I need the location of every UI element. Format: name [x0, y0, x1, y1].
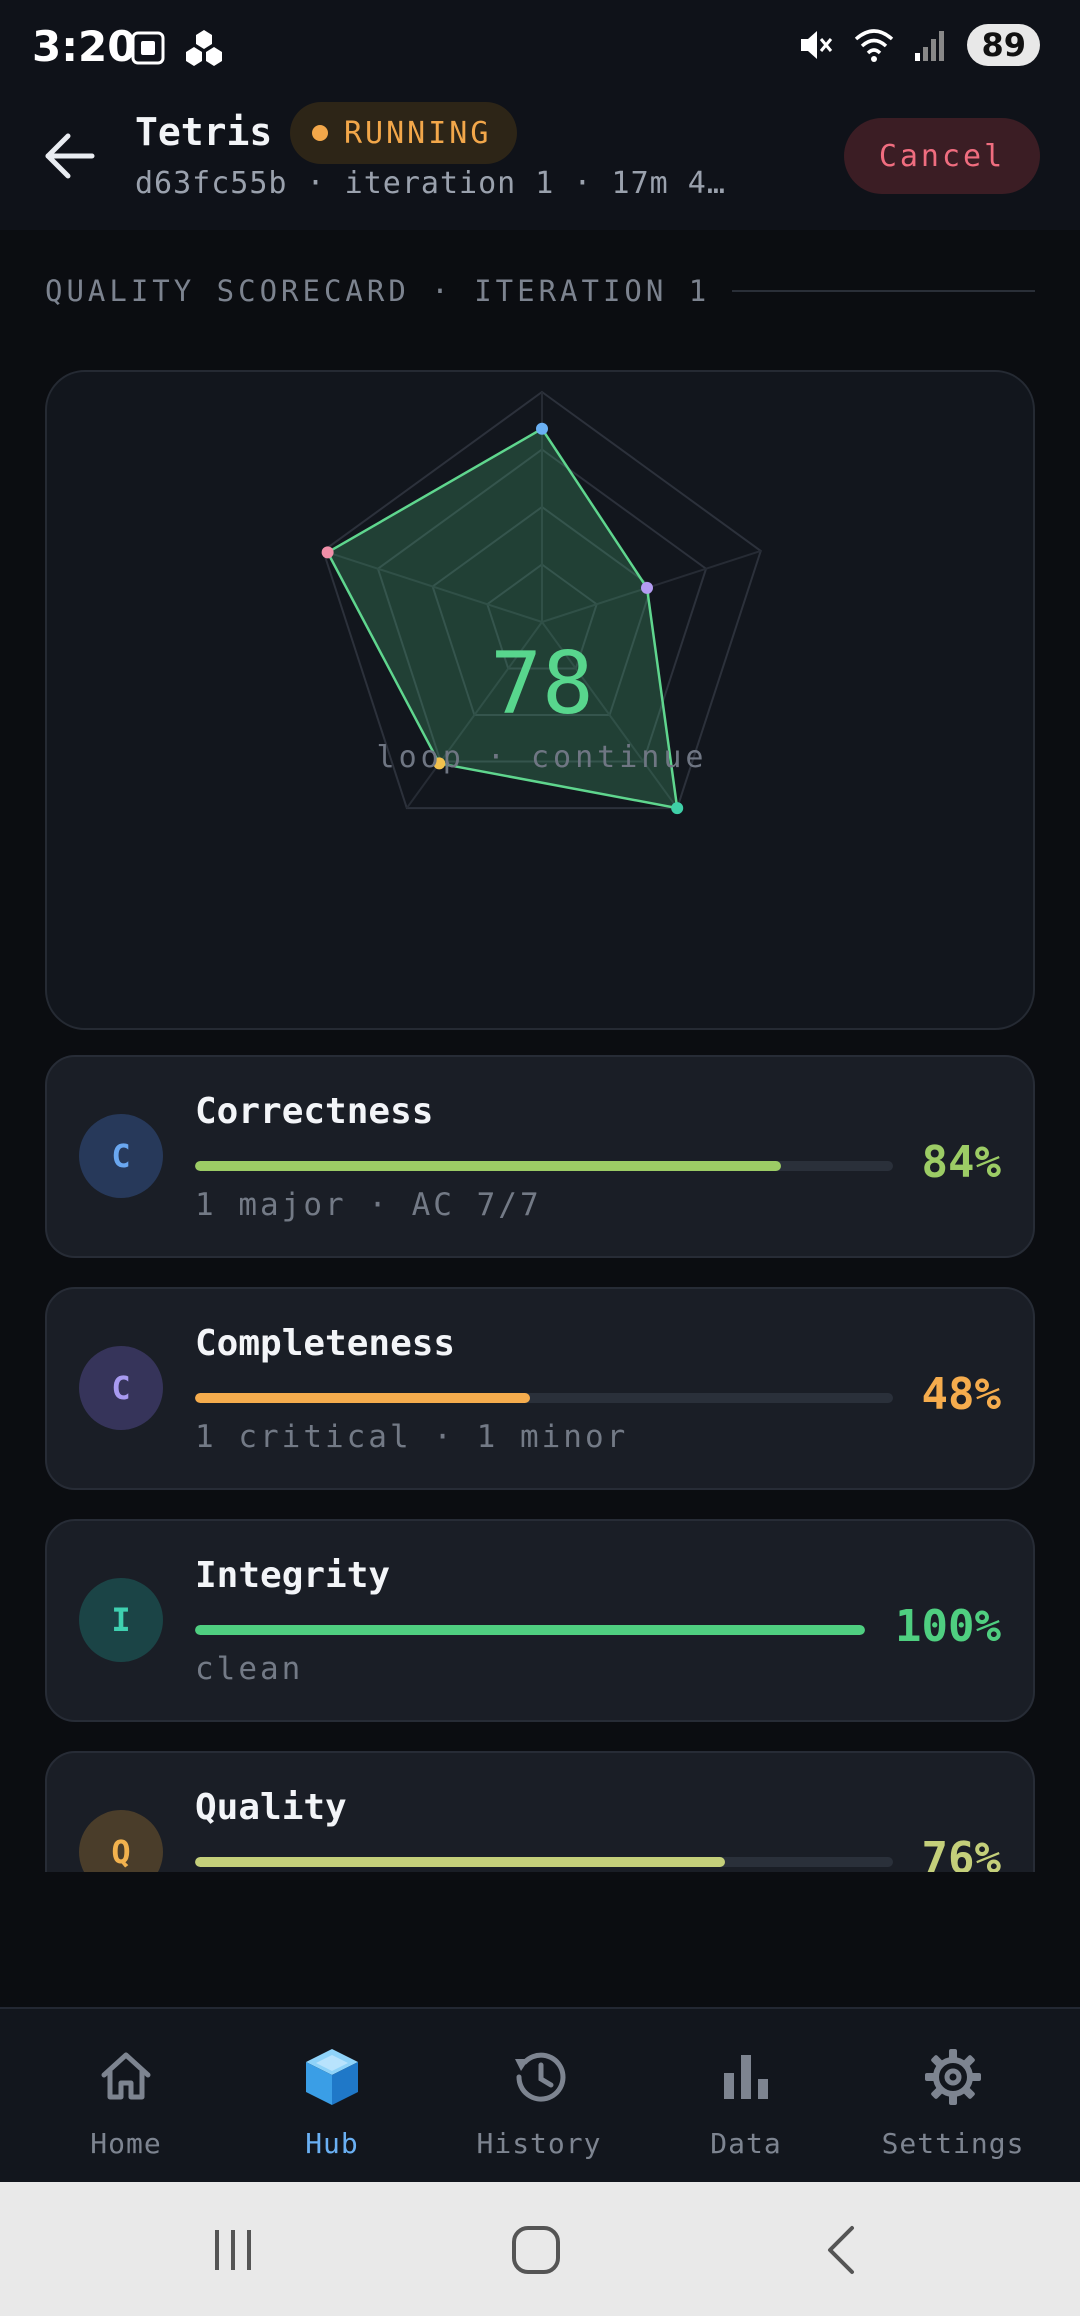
- score-caption: loop · continue: [376, 740, 708, 775]
- section-divider: [732, 290, 1035, 292]
- history-icon: [515, 2052, 566, 2102]
- nav-home[interactable]: Home: [23, 2009, 229, 2184]
- nav-home-label: Home: [90, 2127, 162, 2160]
- metric-progress-track: [195, 1161, 893, 1171]
- status-dot-icon: [312, 125, 328, 141]
- metric-name: Completeness: [195, 1323, 456, 1364]
- status-bar: 3:20 89: [0, 0, 1080, 96]
- status-time: 3:20: [32, 22, 137, 71]
- metric-card[interactable]: C Completeness 48% 1 critical · 1 minor: [45, 1287, 1035, 1490]
- metric-percent: 100%: [895, 1601, 1001, 1652]
- section-title: QUALITY SCORECARD · ITERATION 1: [45, 274, 711, 308]
- metric-card[interactable]: Q Quality 76%: [45, 1751, 1035, 1872]
- app-header: Tetris RUNNING d63fc55b · iteration 1 · …: [0, 96, 1080, 230]
- cube-icon: [306, 2049, 358, 2105]
- section-header: QUALITY SCORECARD · ITERATION 1: [45, 274, 1035, 308]
- metric-percent: 76%: [921, 1833, 1001, 1872]
- radar-card: 78 loop · continue: [45, 370, 1035, 1030]
- wifi-icon: [855, 29, 894, 62]
- radar-point: [536, 422, 548, 435]
- nav-history[interactable]: History: [436, 2009, 642, 2184]
- recent-apps-icon[interactable]: [203, 2222, 263, 2278]
- metric-detail: clean: [195, 1651, 304, 1687]
- metric-card[interactable]: I Integrity 100% clean: [45, 1519, 1035, 1722]
- metric-name: Integrity: [195, 1555, 391, 1596]
- home-circle-icon[interactable]: [506, 2222, 566, 2278]
- back-arrow-icon[interactable]: [40, 126, 100, 186]
- nav-settings-label: Settings: [881, 2127, 1025, 2160]
- page-title: Tetris: [135, 110, 273, 154]
- metric-name: Correctness: [195, 1091, 434, 1132]
- status-badge: RUNNING: [290, 102, 518, 164]
- metric-detail: 1 critical · 1 minor: [195, 1419, 629, 1455]
- cancel-button[interactable]: Cancel: [844, 118, 1040, 194]
- nav-settings[interactable]: Settings: [850, 2009, 1056, 2184]
- nav-hub[interactable]: Hub: [229, 2009, 435, 2184]
- metric-progress-fill: [195, 1161, 782, 1171]
- metric-card[interactable]: C Correctness 84% 1 major · AC 7/7: [45, 1055, 1035, 1258]
- radar-point: [640, 581, 653, 594]
- bottom-nav: Home Hub History Data Settings: [0, 2007, 1080, 2182]
- metric-avatar: C: [79, 1346, 163, 1430]
- metric-progress-fill: [195, 1393, 531, 1403]
- metric-name: Quality: [195, 1787, 347, 1828]
- signal-icon: [915, 31, 945, 61]
- radar-point: [671, 802, 684, 815]
- nav-history-label: History: [476, 2127, 602, 2160]
- system-nav-bar: [0, 2182, 1080, 2316]
- nav-data-label: Data: [710, 2127, 782, 2160]
- bar-chart-icon: [724, 2055, 768, 2099]
- mute-icon: [801, 31, 833, 59]
- battery-badge: 89: [967, 24, 1040, 66]
- metric-detail: 1 major · AC 7/7: [195, 1187, 542, 1223]
- metric-avatar: Q: [79, 1810, 163, 1872]
- home-icon: [101, 2052, 151, 2100]
- nav-hub-label: Hub: [305, 2127, 359, 2160]
- metric-progress-track: [195, 1393, 893, 1403]
- hexagons-icon: [186, 30, 222, 66]
- screenshot-icon: [131, 31, 165, 65]
- metric-progress-fill: [195, 1857, 726, 1867]
- back-chevron-icon[interactable]: [812, 2222, 872, 2278]
- run-subtitle: d63fc55b · iteration 1 · 17m 4…: [135, 166, 726, 201]
- status-badge-label: RUNNING: [344, 115, 492, 151]
- metric-percent: 84%: [921, 1137, 1001, 1188]
- overall-score: 78: [490, 634, 594, 734]
- metric-progress-track: [195, 1857, 893, 1867]
- metric-progress-fill: [195, 1625, 865, 1635]
- metric-avatar: I: [79, 1578, 163, 1662]
- metric-avatar: C: [79, 1114, 163, 1198]
- gear-icon: [925, 2049, 981, 2105]
- metric-progress-track: [195, 1625, 865, 1635]
- metrics-list: C Correctness 84% 1 major · AC 7/7 C Complete…: [0, 1055, 1080, 1872]
- metric-percent: 48%: [921, 1369, 1001, 1420]
- nav-data[interactable]: Data: [643, 2009, 849, 2184]
- radar-point: [321, 546, 334, 559]
